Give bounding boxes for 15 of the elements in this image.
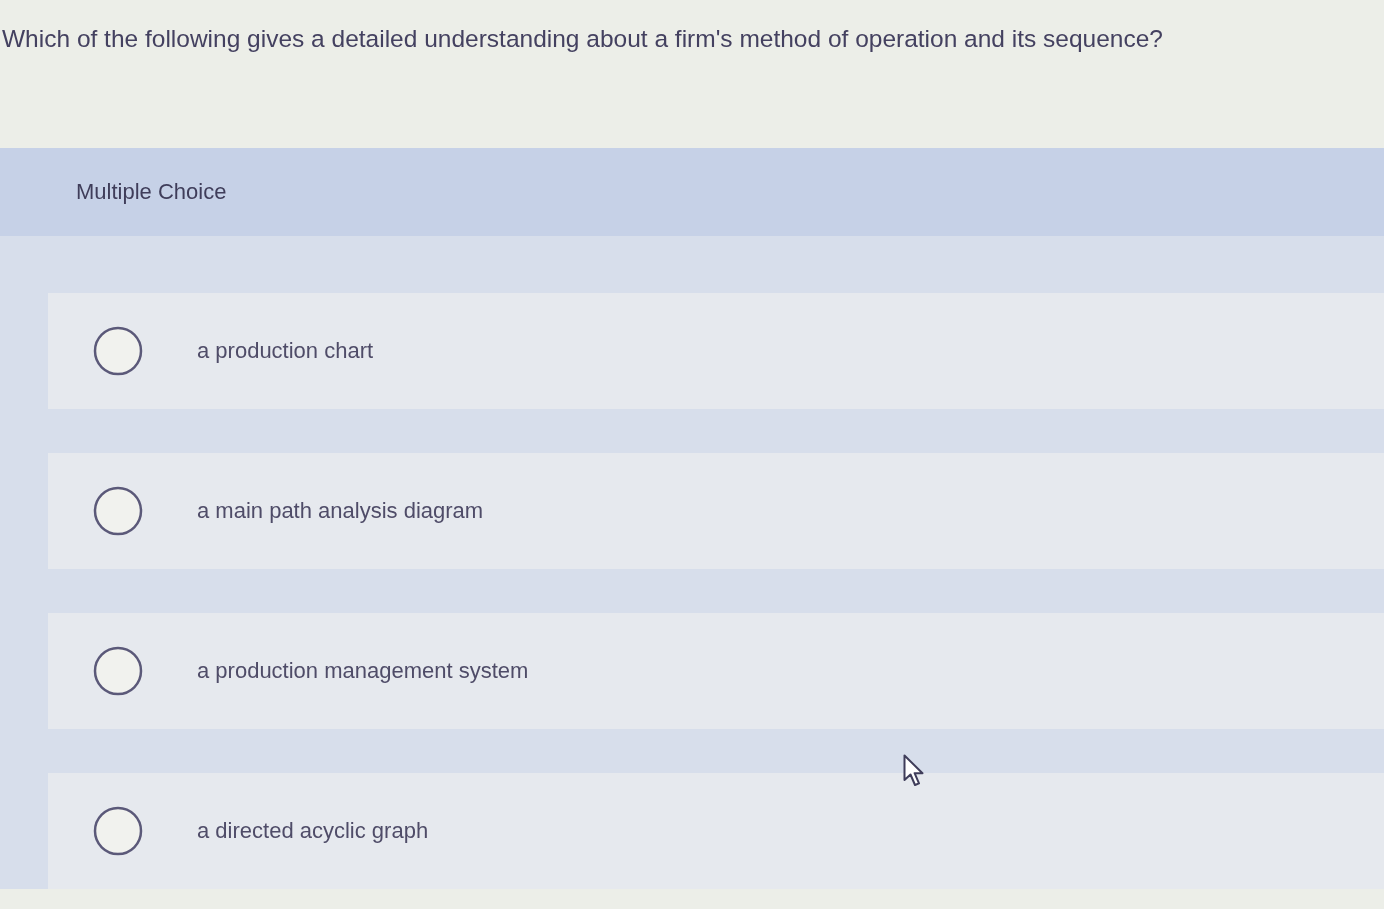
radio-button[interactable] (93, 486, 143, 536)
option-label[interactable]: a main path analysis diagram (197, 498, 484, 524)
option-label[interactable]: a directed acyclic graph (197, 818, 429, 844)
question-text: Which of the following gives a detailed understanding about a firm's method of operation and its sequence? (2, 24, 1164, 54)
answer-option[interactable]: a directed acyclic graph (48, 773, 1384, 889)
answer-option[interactable]: a production chart (48, 293, 1384, 409)
answer-option[interactable]: a main path analysis diagram (48, 453, 1384, 569)
answer-option[interactable]: a production management system (48, 613, 1384, 729)
radio-button[interactable] (93, 326, 143, 376)
radio-button[interactable] (93, 806, 143, 856)
option-label[interactable]: a production chart (197, 338, 374, 364)
option-label[interactable]: a production management system (197, 658, 529, 684)
radio-button[interactable] (93, 646, 143, 696)
cursor-icon (903, 754, 925, 788)
question-type-label: Multiple Choice (76, 179, 227, 205)
